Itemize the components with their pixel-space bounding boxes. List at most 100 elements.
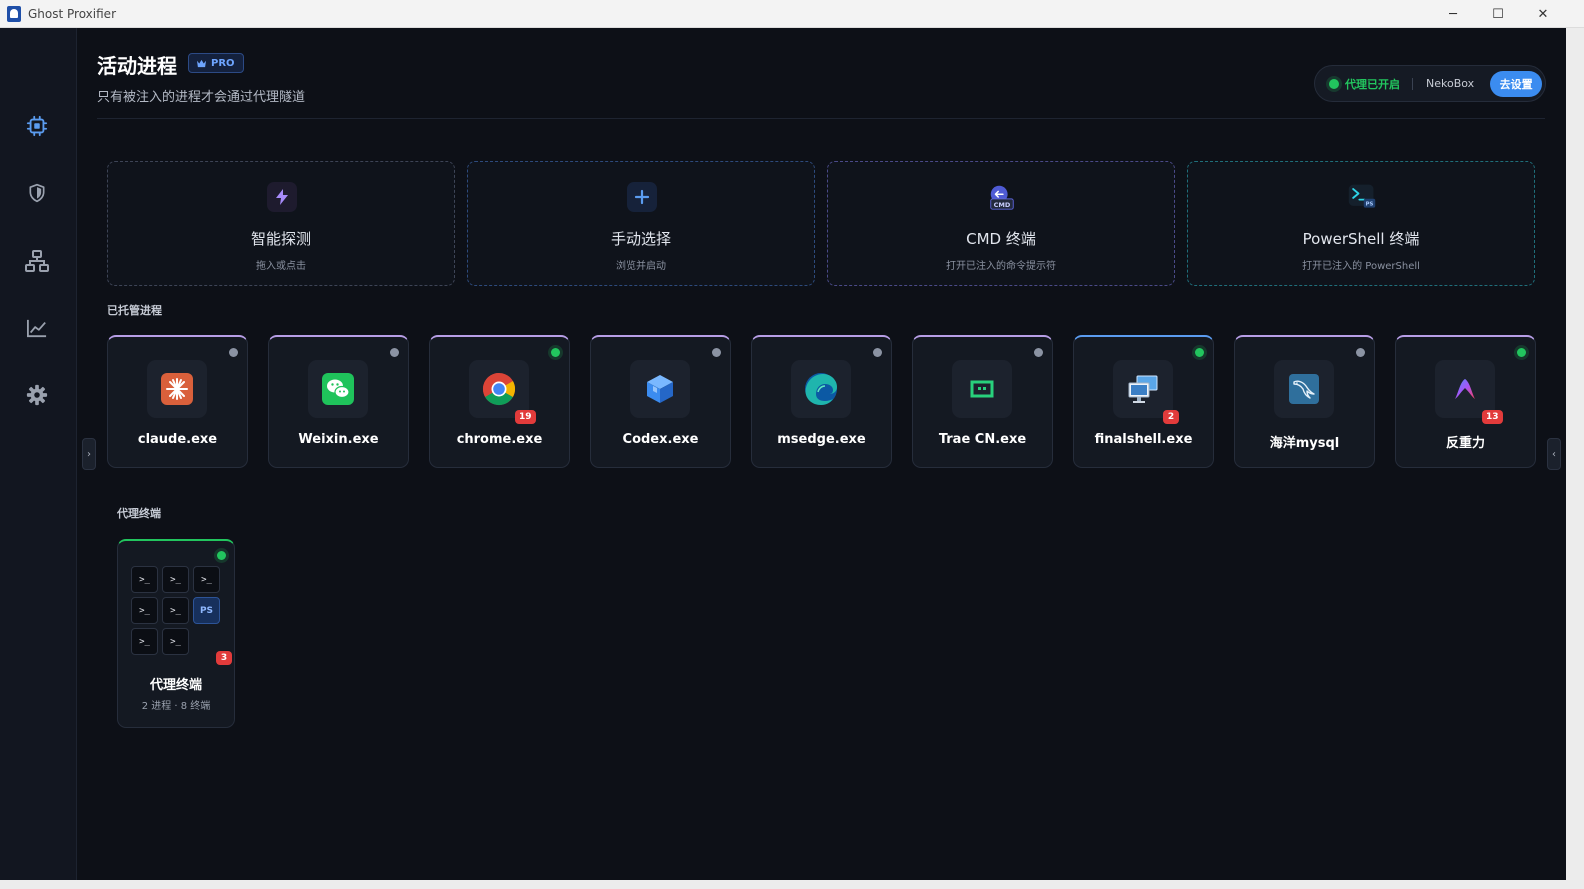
process-card-chrome[interactable]: 19 chrome.exe — [429, 335, 570, 468]
cmd-icon: CMD — [987, 182, 1017, 212]
finalshell-icon — [1113, 360, 1173, 418]
process-status-dot — [551, 348, 560, 357]
action-subtitle: 打开已注入的命令提示符 — [946, 261, 1056, 272]
process-card-trae[interactable]: Trae CN.exe — [912, 335, 1053, 468]
proxy-status-text: 代理已开启 — [1345, 77, 1400, 91]
process-status-dot — [1356, 348, 1365, 357]
edge-icon — [791, 360, 851, 418]
process-name: msedge.exe — [777, 432, 866, 447]
action-subtitle: 打开已注入的 PowerShell — [1302, 261, 1420, 272]
process-status-dot — [712, 348, 721, 357]
terminal-status-dot — [217, 551, 226, 560]
powershell-tile-icon: PS — [193, 597, 220, 624]
process-card-antigravity[interactable]: 13 反重力 — [1395, 335, 1536, 468]
scroll-left-button[interactable]: › — [82, 438, 96, 470]
window-title: Ghost Proxifier — [28, 6, 116, 21]
shield-icon — [29, 183, 45, 203]
process-name: 反重力 — [1445, 436, 1485, 451]
process-count-badge: 2 — [1163, 410, 1179, 424]
process-status-dot — [1517, 348, 1526, 357]
powershell-terminal-card[interactable]: PS PowerShell 终端 打开已注入的 PowerShell — [1187, 161, 1535, 286]
line-chart-icon — [27, 319, 47, 338]
process-card-weixin[interactable]: Weixin.exe — [268, 335, 409, 468]
process-name: 海洋mysql — [1269, 436, 1340, 451]
svg-text:PS: PS — [1366, 201, 1374, 207]
process-status-dot — [390, 348, 399, 357]
codex-cube-icon — [630, 360, 690, 418]
maximize-button[interactable]: ☐ — [1476, 0, 1520, 28]
terminal-card-summary: 2 进程 · 8 终端 — [141, 701, 211, 712]
pro-badge: PRO — [188, 53, 244, 73]
plus-icon — [627, 182, 657, 212]
main-content: 活动进程 PRO 只有被注入的进程才会通过代理隧道 代理已开启 NekoBox … — [77, 28, 1566, 889]
terminal-count-badge: 3 — [216, 651, 232, 665]
lightning-icon — [267, 182, 297, 212]
terminal-prompt-icon: >_ — [162, 628, 189, 655]
process-status-dot — [229, 348, 238, 357]
process-count-badge: 19 — [515, 410, 536, 424]
mysql-dolphin-icon — [1274, 360, 1334, 418]
trae-icon — [952, 360, 1012, 418]
cpu-chip-icon — [26, 115, 48, 137]
process-card-mysql[interactable]: 海洋mysql — [1234, 335, 1375, 468]
process-name: Weixin.exe — [298, 432, 379, 447]
cmd-terminal-card[interactable]: CMD CMD 终端 打开已注入的命令提示符 — [827, 161, 1175, 286]
process-status-dot — [1195, 348, 1204, 357]
claude-icon — [147, 360, 207, 418]
close-button[interactable]: ✕ — [1521, 0, 1565, 28]
managed-processes-label: 已托管进程 — [107, 304, 162, 317]
process-name: Codex.exe — [622, 432, 699, 447]
terminal-grid: >_ >_ >_ >_ >_ PS >_ >_ — [131, 566, 220, 655]
process-card-codex[interactable]: Codex.exe — [590, 335, 731, 468]
process-name: Trae CN.exe — [938, 432, 1027, 447]
title-bar: Ghost Proxifier ─ ☐ ✕ — [0, 0, 1584, 28]
process-status-dot — [873, 348, 882, 357]
page-subtitle: 只有被注入的进程才会通过代理隧道 — [97, 90, 306, 105]
proxy-terminal-card[interactable]: >_ >_ >_ >_ >_ PS >_ >_ 3 代理终端 2 进程 · 8 … — [117, 539, 235, 728]
sidebar-item-settings[interactable] — [22, 380, 52, 410]
window-edge-bottom — [0, 880, 1566, 889]
process-name: claude.exe — [137, 432, 218, 447]
ghost-app-icon — [7, 5, 21, 22]
process-count-badge: 13 — [1482, 410, 1503, 424]
status-divider — [1412, 77, 1413, 90]
process-card-finalshell[interactable]: 2 finalshell.exe — [1073, 335, 1214, 468]
process-status-dot — [1034, 348, 1043, 357]
powershell-icon: PS — [1347, 182, 1377, 212]
wechat-icon — [308, 360, 368, 418]
proxy-terminals-label: 代理终端 — [117, 507, 161, 520]
smart-detect-card[interactable]: 智能探测 拖入或点击 — [107, 161, 455, 286]
terminal-prompt-icon: >_ — [131, 628, 158, 655]
sidebar — [0, 28, 77, 889]
minimize-button[interactable]: ─ — [1431, 0, 1475, 28]
terminal-prompt-icon: >_ — [193, 566, 220, 593]
process-card-msedge[interactable]: msedge.exe — [751, 335, 892, 468]
gear-icon — [26, 384, 48, 406]
terminal-prompt-icon: >_ — [131, 597, 158, 624]
window-edge-right — [1566, 28, 1584, 889]
crown-icon — [197, 59, 206, 67]
svg-text:CMD: CMD — [994, 201, 1011, 209]
network-topology-icon — [25, 250, 49, 272]
process-name: chrome.exe — [456, 432, 543, 447]
manual-select-card[interactable]: 手动选择 浏览并启动 — [467, 161, 815, 286]
status-dot — [1329, 78, 1339, 89]
process-card-claude[interactable]: claude.exe — [107, 335, 248, 468]
scroll-right-button[interactable]: ‹ — [1547, 438, 1561, 470]
terminal-prompt-icon: >_ — [162, 566, 189, 593]
action-subtitle: 浏览并启动 — [616, 261, 666, 272]
sidebar-item-stats[interactable] — [22, 313, 52, 343]
action-title: 手动选择 — [610, 230, 671, 248]
pro-badge-label: PRO — [211, 57, 235, 69]
proxy-core-name: NekoBox — [1426, 77, 1475, 90]
sidebar-item-network[interactable] — [22, 246, 52, 276]
proxy-status-pill: 代理已开启 NekoBox 去设置 — [1314, 65, 1546, 102]
page-title: 活动进程 — [97, 54, 177, 78]
sidebar-item-rules[interactable] — [22, 178, 52, 208]
terminal-card-name: 代理终端 — [149, 678, 202, 693]
go-settings-button[interactable]: 去设置 — [1490, 70, 1543, 97]
action-title: 智能探测 — [250, 230, 311, 248]
action-subtitle: 拖入或点击 — [256, 261, 306, 272]
sidebar-item-processes[interactable] — [22, 111, 52, 141]
terminal-prompt-icon: >_ — [162, 597, 189, 624]
